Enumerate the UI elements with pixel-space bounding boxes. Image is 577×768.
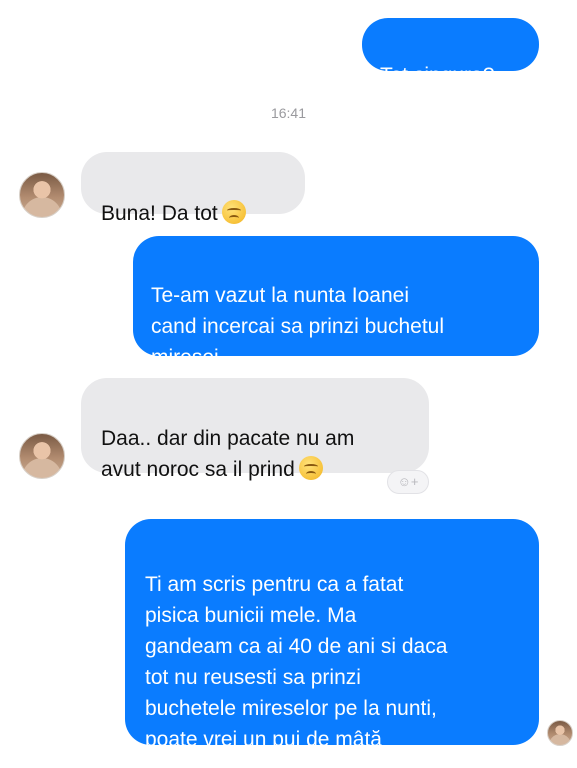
smiley-add-icon: ☺+ [397, 474, 419, 489]
chat-thread: Tot singura? 16:41 Buna! Da tot Te-am va… [0, 0, 577, 768]
message-timestamp: 16:41 [270, 105, 307, 121]
pensive-face-icon [298, 456, 323, 480]
contact-avatar[interactable] [19, 172, 65, 218]
incoming-message[interactable]: Daa.. dar din pacate nu am avut noroc sa… [81, 378, 429, 481]
message-text: Tot singura? [380, 64, 495, 87]
incoming-message[interactable]: Buna! Da tot [81, 152, 305, 225]
outgoing-message[interactable]: Te-am vazut la nunta Ioanei cand incerca… [133, 236, 539, 369]
message-text: Ti am scris pentru ca a fatat pisica bun… [145, 573, 448, 751]
relieved-face-icon [221, 200, 246, 224]
message-text: Te-am vazut la nunta Ioanei cand incerca… [151, 284, 444, 369]
message-text: Buna! Da tot [101, 202, 218, 225]
read-receipt-avatar [547, 720, 573, 746]
outgoing-message[interactable]: Tot singura? [362, 18, 539, 87]
outgoing-message[interactable]: Ti am scris pentru ca a fatat pisica bun… [125, 519, 539, 751]
contact-avatar[interactable] [19, 433, 65, 479]
add-reaction-button[interactable]: ☺+ [387, 470, 429, 494]
